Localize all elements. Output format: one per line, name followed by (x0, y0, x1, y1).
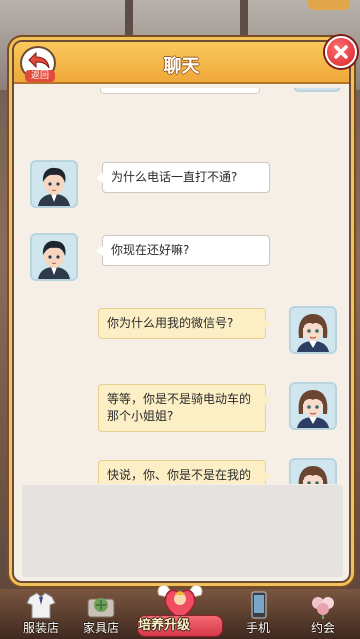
furniture-icon (87, 598, 115, 618)
nav-label: 服装店 (22, 621, 59, 635)
nav-phone[interactable]: 手机 (229, 589, 287, 639)
female-avatar (289, 382, 337, 430)
bottom-nav: 服装店 家具店 培养升级 手机 约会 (0, 584, 360, 639)
nav-label: 家具店 (82, 621, 119, 635)
nav-label: 约会 (310, 621, 335, 635)
date-icon (312, 597, 334, 619)
male-avatar (30, 160, 78, 208)
shirt-icon (26, 592, 56, 619)
female-avatar (289, 458, 337, 484)
dialog-title: 聊天 (163, 56, 200, 77)
phone-icon (251, 591, 267, 619)
female-avatar (289, 306, 337, 354)
back-arrow-icon (28, 51, 50, 69)
dialog-header: 聊天 返回 (14, 36, 357, 84)
close-icon (334, 45, 348, 59)
chat-message-list[interactable]: 为什么电话一直打不通? 你现在还好嘛? 你为什么用我的微信号? 等等，你是不是骑… (20, 88, 345, 484)
message-bubble: 你现在还好嘛? (96, 235, 270, 266)
message-bubble: 等等，你是不是骑电动车的那个小姐姐? (98, 384, 272, 432)
message-bubble: 你为什么用我的微信号? (98, 308, 272, 339)
back-label: 返回 (25, 70, 55, 82)
nav-clothing-store[interactable]: 服装店 (12, 589, 70, 639)
nav-training-upgrade[interactable]: 培养升级 (137, 581, 223, 639)
back-button[interactable]: 返回 (20, 46, 56, 82)
previous-avatar (293, 88, 341, 92)
reply-area[interactable] (22, 485, 343, 577)
nav-label: 培养升级 (137, 615, 223, 637)
top-currency-pill (308, 0, 350, 10)
male-avatar (30, 233, 78, 281)
nav-furniture-store[interactable]: 家具店 (72, 589, 130, 639)
chat-dialog: 聊天 返回 为什么电话一直打不通? 你现在还好嘛? 你为什么用我的微信号? 等等… (12, 36, 357, 583)
message-bubble: 为什么电话一直打不通? (96, 162, 270, 193)
close-button[interactable] (325, 36, 357, 68)
message-bubble: 快说，你、你是不是在我的身体里面 (98, 460, 272, 484)
previous-bubble (100, 88, 260, 94)
nav-label: 手机 (245, 621, 270, 635)
nav-date[interactable]: 约会 (294, 589, 352, 639)
